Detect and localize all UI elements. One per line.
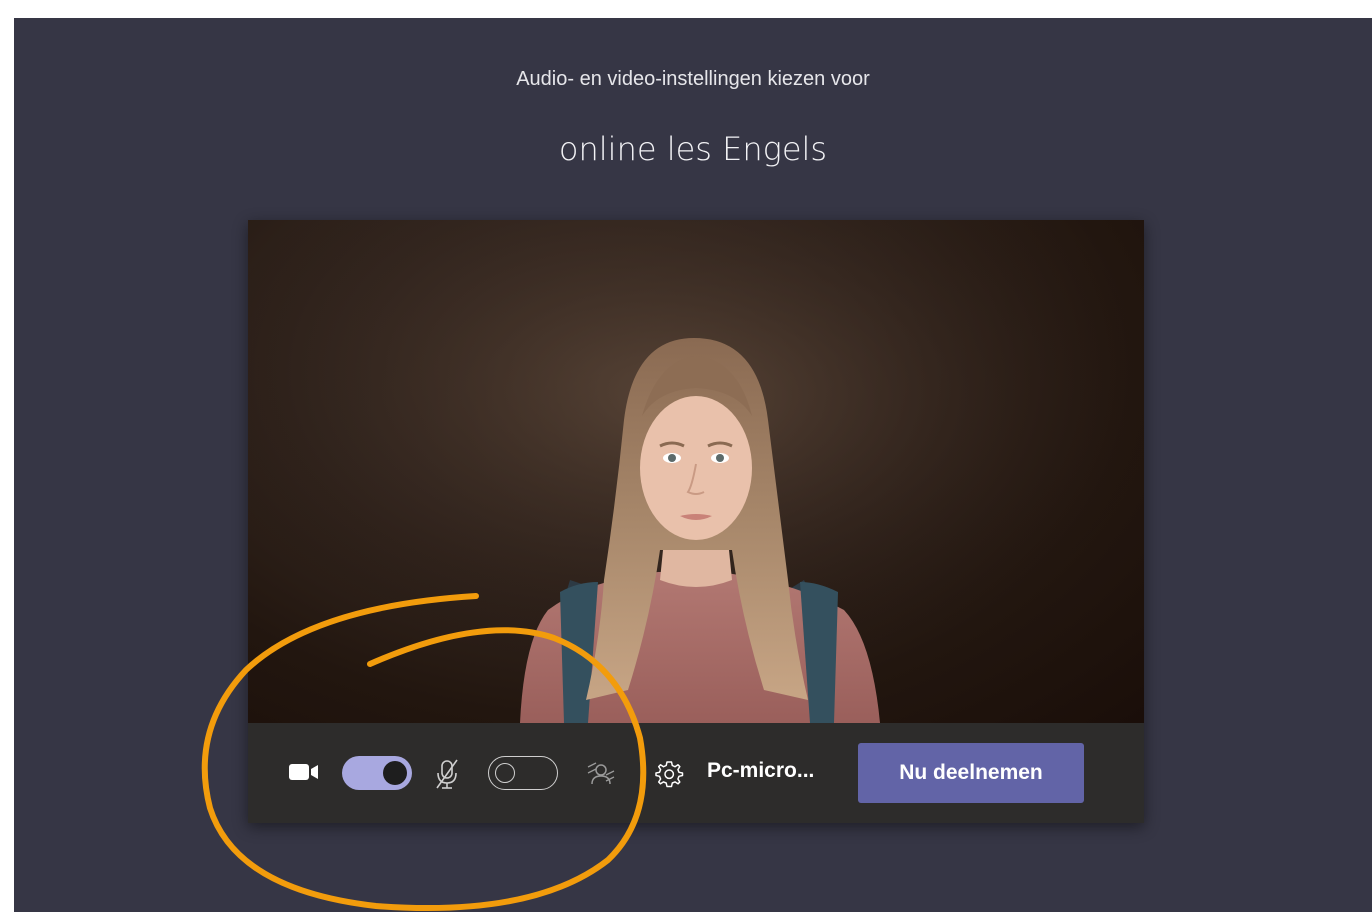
background-blur-icon[interactable] — [586, 761, 616, 791]
device-controls-bar: Pc-micro... Nu deelnemen — [248, 723, 1144, 823]
camera-toggle-knob — [383, 761, 407, 785]
meeting-prejoin-screen: Audio- en video-instellingen kiezen voor… — [14, 18, 1372, 912]
user-video-feed — [248, 220, 1144, 723]
camera-toggle[interactable] — [342, 756, 412, 790]
video-camera-icon — [288, 761, 320, 787]
prejoin-subtitle: Audio- en video-instellingen kiezen voor — [516, 68, 870, 90]
meeting-title: online les Engels — [558, 130, 828, 168]
audio-device-label[interactable]: Pc-micro... — [707, 759, 814, 783]
microphone-toggle[interactable] — [488, 756, 558, 790]
video-preview-panel: Pc-micro... Nu deelnemen — [248, 220, 1144, 823]
join-now-button[interactable]: Nu deelnemen — [858, 743, 1084, 803]
camera-preview — [248, 220, 1144, 723]
microphone-off-icon — [434, 758, 460, 794]
microphone-toggle-knob — [495, 762, 515, 783]
gear-icon[interactable] — [654, 759, 684, 793]
